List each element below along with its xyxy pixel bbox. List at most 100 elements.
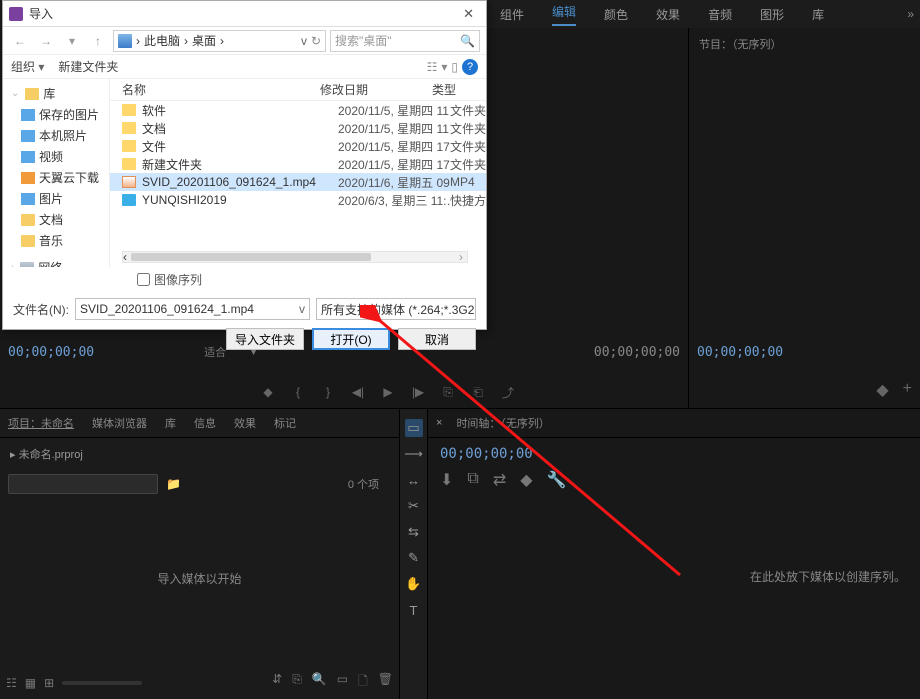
file-row[interactable]: 新建文件夹2020/11/5, 星期四 17:…文件夹 bbox=[110, 155, 486, 173]
auto-seq-icon[interactable]: ⎘ bbox=[292, 672, 302, 693]
tab-effects[interactable]: 效果 bbox=[656, 6, 680, 23]
program-marker-icon[interactable]: ◆ bbox=[876, 380, 888, 400]
play-icon[interactable]: ▶ bbox=[380, 384, 396, 400]
file-row[interactable]: YUNQISHI20192020/6/3, 星期三 11:…快捷方 bbox=[110, 191, 486, 209]
tab-audio[interactable]: 音频 bbox=[708, 6, 732, 23]
file-row[interactable]: 文件2020/11/5, 星期四 17:…文件夹 bbox=[110, 137, 486, 155]
horizontal-scrollbar[interactable]: ‹ › bbox=[122, 251, 468, 263]
view-dd-icon[interactable]: ▾ bbox=[441, 60, 447, 74]
refresh-icon[interactable]: ↻ bbox=[311, 34, 321, 48]
freeform-view-icon[interactable]: ⊞ bbox=[44, 676, 54, 690]
nav-history-dd-icon[interactable]: ▾ bbox=[61, 30, 83, 52]
view-mode-icon[interactable]: ☷ bbox=[427, 60, 438, 74]
new-item-icon[interactable]: 🗋 bbox=[358, 672, 368, 693]
file-list[interactable]: 名称 修改日期 类型 软件2020/11/5, 星期四 11:…文件夹文档202… bbox=[110, 79, 486, 267]
tab-color[interactable]: 颜色 bbox=[604, 6, 628, 23]
hand-tool-icon[interactable]: ✋ bbox=[405, 575, 423, 593]
new-bin-icon[interactable]: ▭ bbox=[337, 672, 348, 693]
file-row[interactable]: 文档2020/11/5, 星期四 11:…文件夹 bbox=[110, 119, 486, 137]
nav-back-button[interactable]: ← bbox=[9, 30, 31, 52]
track-select-tool-icon[interactable]: ⟶ bbox=[405, 445, 423, 463]
project-filter-icon[interactable]: 📁 bbox=[166, 477, 181, 491]
header-date[interactable]: 修改日期 bbox=[320, 81, 432, 98]
scroll-left-icon[interactable]: ‹ bbox=[123, 250, 127, 264]
timeline-drop-hint[interactable]: 在此处放下媒体以创建序列。 bbox=[428, 496, 920, 656]
delete-icon[interactable]: 🗑 bbox=[378, 672, 393, 693]
tl-wrench-icon[interactable]: 🔧 bbox=[547, 470, 567, 490]
crumb-desktop[interactable]: 桌面 bbox=[192, 32, 216, 49]
crumb-sep-icon[interactable]: › bbox=[184, 34, 188, 48]
tab-assembly[interactable]: 组件 bbox=[500, 6, 524, 23]
razor-tool-icon[interactable]: ✂ bbox=[405, 497, 423, 515]
cancel-button[interactable]: 取消 bbox=[398, 328, 476, 350]
sb-library[interactable]: 库 bbox=[43, 85, 55, 102]
tab-editing[interactable]: 编辑 bbox=[552, 3, 576, 26]
scroll-right-icon[interactable]: › bbox=[455, 250, 467, 264]
tl-marker-icon[interactable]: ◆ bbox=[520, 470, 532, 490]
type-tool-icon[interactable]: T bbox=[405, 601, 423, 619]
header-name[interactable]: 名称 bbox=[110, 81, 320, 98]
folder-tree[interactable]: ⌄库 保存的图片 本机照片 视频 天翼云下载 图片 文档 音乐 ›网络 bbox=[3, 79, 110, 267]
slip-tool-icon[interactable]: ⇆ bbox=[405, 523, 423, 541]
export-frame-icon[interactable]: ⤴ bbox=[500, 384, 516, 400]
header-type[interactable]: 类型 bbox=[432, 81, 486, 98]
file-type-filter[interactable]: 所有支持的媒体 (*.264;*.3G2;*. v bbox=[316, 298, 476, 320]
tab-effects-panel[interactable]: 效果 bbox=[234, 415, 256, 431]
sb-music[interactable]: 音乐 bbox=[39, 232, 63, 249]
organize-button[interactable]: 组织 ▾ bbox=[11, 58, 44, 75]
timeline-tab-label[interactable]: 时间轴：（无序列） bbox=[456, 415, 550, 431]
crumb-sep-icon[interactable]: › bbox=[136, 34, 140, 48]
file-row[interactable]: SVID_20201106_091624_1.mp42020/11/6, 星期五… bbox=[110, 173, 486, 191]
search-icon[interactable]: 🔍 bbox=[460, 34, 475, 48]
tab-project[interactable]: 项目：未命名 bbox=[8, 415, 74, 431]
tabs-overflow-icon[interactable]: » bbox=[907, 7, 914, 21]
timeline-close-icon[interactable]: × bbox=[436, 417, 442, 429]
find-icon[interactable]: 🔍 bbox=[312, 672, 327, 693]
out-point-icon[interactable]: } bbox=[320, 384, 336, 400]
address-bar[interactable]: › 此电脑 › 桌面 › v ↻ bbox=[113, 30, 326, 52]
new-folder-button[interactable]: 新建文件夹 bbox=[58, 58, 118, 75]
scroll-thumb[interactable] bbox=[131, 253, 371, 261]
import-folder-button[interactable]: 导入文件夹 bbox=[226, 328, 304, 350]
crumb-sep-icon[interactable]: › bbox=[220, 34, 224, 48]
tab-info[interactable]: 信息 bbox=[194, 415, 216, 431]
sb-local-photos[interactable]: 本机照片 bbox=[39, 127, 87, 144]
sb-video[interactable]: 视频 bbox=[39, 148, 63, 165]
list-view-icon[interactable]: ☷ bbox=[6, 676, 17, 690]
insert-icon[interactable]: ⎘ bbox=[440, 384, 456, 400]
selection-tool-icon[interactable]: ▭ bbox=[405, 419, 423, 437]
overwrite-icon[interactable]: ⎗ bbox=[470, 384, 486, 400]
tab-graphics[interactable]: 图形 bbox=[760, 6, 784, 23]
tab-markers[interactable]: 标记 bbox=[274, 415, 296, 431]
sort-icon[interactable]: ⇵ bbox=[272, 672, 282, 693]
sb-cloud-download[interactable]: 天翼云下载 bbox=[39, 169, 99, 186]
ripple-edit-tool-icon[interactable]: ↔ bbox=[405, 471, 423, 489]
sb-saved-pictures[interactable]: 保存的图片 bbox=[39, 106, 99, 123]
nav-up-button[interactable]: ↑ bbox=[87, 30, 109, 52]
program-plus-icon[interactable]: + bbox=[903, 380, 912, 400]
image-sequence-checkbox[interactable] bbox=[137, 273, 150, 286]
file-search-input[interactable]: 搜索"桌面" 🔍 bbox=[330, 30, 480, 52]
marker-icon[interactable]: ◆ bbox=[260, 384, 276, 400]
sb-pictures[interactable]: 图片 bbox=[39, 190, 63, 207]
thumb-size-slider[interactable] bbox=[62, 681, 142, 685]
file-row[interactable]: 软件2020/11/5, 星期四 11:…文件夹 bbox=[110, 101, 486, 119]
preview-pane-icon[interactable]: ▯ bbox=[451, 60, 458, 74]
help-icon[interactable]: ? bbox=[462, 59, 478, 75]
tab-library[interactable]: 库 bbox=[165, 415, 176, 431]
tl-link-icon[interactable]: ⇄ bbox=[493, 470, 506, 490]
open-button[interactable]: 打开(O) bbox=[312, 328, 390, 350]
tl-insert-icon[interactable]: ⬇ bbox=[440, 470, 453, 490]
nav-forward-button[interactable]: → bbox=[35, 30, 57, 52]
step-fwd-icon[interactable]: |▶ bbox=[410, 384, 426, 400]
project-drop-hint[interactable]: 导入媒体以开始 bbox=[0, 498, 399, 658]
tl-snap-icon[interactable]: ⧉ bbox=[467, 470, 478, 490]
tab-library[interactable]: 库 bbox=[812, 6, 824, 23]
crumb-this-pc[interactable]: 此电脑 bbox=[144, 32, 180, 49]
pen-tool-icon[interactable]: ✎ bbox=[405, 549, 423, 567]
crumb-dd-icon[interactable]: v bbox=[301, 34, 307, 48]
project-search-input[interactable] bbox=[8, 474, 158, 494]
dialog-close-button[interactable]: ✕ bbox=[457, 6, 480, 22]
filename-dd-icon[interactable]: v bbox=[299, 302, 305, 316]
step-back-icon[interactable]: ◀| bbox=[350, 384, 366, 400]
